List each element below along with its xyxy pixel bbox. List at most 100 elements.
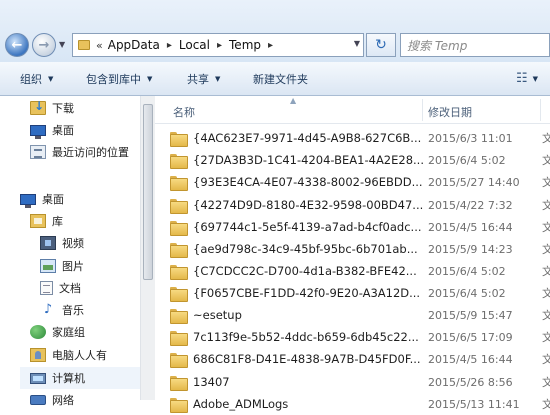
folder-icon xyxy=(170,175,188,191)
sidebar-item-homegroup[interactable]: 家庭组 xyxy=(30,321,85,343)
column-divider[interactable] xyxy=(422,99,423,121)
sidebar-item-label: 库 xyxy=(52,215,63,228)
sidebar-item-label: 下载 xyxy=(52,102,74,115)
navigation-pane: 下载 桌面 最近访问的位置 桌面 库 视频 图片 文档 ♪ 音乐 家庭组 电脑人人… xyxy=(0,96,155,407)
sidebar-item-label: 图片 xyxy=(62,260,84,273)
sidebar-item-network[interactable]: 网络 xyxy=(30,389,74,411)
music-icon: ♪ xyxy=(43,302,53,317)
crumb-overflow[interactable]: « xyxy=(96,39,103,52)
folder-icon xyxy=(170,220,188,236)
desktop-icon xyxy=(30,124,46,139)
column-header-date-modified[interactable]: 修改日期 xyxy=(428,104,472,120)
navigation-scrollbar[interactable] xyxy=(140,96,155,400)
picture-icon xyxy=(40,259,56,273)
file-name: {697744c1-5e5f-4139-a7ad-b4cf0adc... xyxy=(193,220,422,234)
file-row[interactable]: 686C81F8-D41E-4838-9A7B-D45FD0F... 2015/… xyxy=(170,348,550,370)
file-date: 2015/4/5 16:44 xyxy=(428,352,513,366)
file-date: 2015/5/13 11:41 xyxy=(428,397,520,411)
desktop-icon xyxy=(20,193,36,208)
file-row[interactable]: Adobe_ADMLogs 2015/5/13 11:41 文 xyxy=(170,393,550,415)
file-name: {F0657CBE-F1DD-42f0-9E20-A3A12D... xyxy=(193,286,421,300)
address-dropdown-icon[interactable]: ▼ xyxy=(354,39,360,48)
crumb-arrow-icon[interactable]: ▸ xyxy=(268,40,273,51)
file-row[interactable]: {4AC623E7-9971-4d45-A9B8-627C6B... 2015/… xyxy=(170,127,550,149)
file-date: 2015/5/27 14:40 xyxy=(428,175,520,189)
file-row[interactable]: {697744c1-5e5f-4139-a7ad-b4cf0adc... 201… xyxy=(170,216,550,238)
search-input[interactable]: 搜索 Temp xyxy=(400,33,550,57)
column-header-row: 名称 ▲ 修改日期 xyxy=(155,96,550,124)
folder-icon xyxy=(170,131,188,147)
crumb-appdata[interactable]: AppData xyxy=(108,38,160,52)
organize-button[interactable]: 组织 ▼ xyxy=(20,62,53,96)
address-bar[interactable]: « AppData ▸ Local ▸ Temp ▸ ▼ xyxy=(72,33,364,57)
file-type: 文 xyxy=(542,199,550,212)
file-type: 文 xyxy=(542,309,550,322)
file-name: 7c113f9e-5b52-4ddc-b659-6db45c22... xyxy=(193,330,419,344)
sidebar-item-label: 视频 xyxy=(62,237,84,250)
file-name: {93E3E4CA-4E07-4338-8002-96EBDD... xyxy=(193,175,423,189)
file-row[interactable]: 7c113f9e-5b52-4ddc-b659-6db45c22... 2015… xyxy=(170,326,550,348)
sidebar-item-downloads[interactable]: 下载 xyxy=(30,97,74,119)
crumb-local[interactable]: Local xyxy=(179,38,210,52)
folder-icon xyxy=(170,397,188,413)
column-header-name[interactable]: 名称 xyxy=(173,104,195,120)
sidebar-item-desktop[interactable]: 桌面 xyxy=(20,188,64,210)
file-name: {27DA3B3D-1C41-4204-BEA1-4A2E28... xyxy=(193,153,424,167)
share-button[interactable]: 共享 ▼ xyxy=(187,62,220,96)
include-in-library-button[interactable]: 包含到库中 ▼ xyxy=(86,62,152,96)
file-date: 2015/6/4 5:02 xyxy=(428,264,506,278)
forward-button[interactable]: → xyxy=(32,33,56,57)
folder-icon xyxy=(170,375,188,391)
file-type: 文 xyxy=(542,132,550,145)
sidebar-item-desktop-favorite[interactable]: 桌面 xyxy=(30,119,74,141)
file-row[interactable]: {27DA3B3D-1C41-4204-BEA1-4A2E28... 2015/… xyxy=(170,149,550,171)
include-in-library-label: 包含到库中 xyxy=(86,72,141,86)
file-type: 文 xyxy=(542,265,550,278)
file-row[interactable]: {93E3E4CA-4E07-4338-8002-96EBDD... 2015/… xyxy=(170,171,550,193)
back-button[interactable]: ← xyxy=(5,33,29,57)
file-row[interactable]: {C7CDCC2C-D700-4d1a-B382-BFE42... 2015/6… xyxy=(170,260,550,282)
file-row[interactable]: {F0657CBE-F1DD-42f0-9E20-A3A12D... 2015/… xyxy=(170,282,550,304)
file-date: 2015/5/26 8:56 xyxy=(428,375,513,389)
folder-icon xyxy=(170,264,188,280)
sort-ascending-icon: ▲ xyxy=(290,96,297,105)
file-name: {4AC623E7-9971-4d45-A9B8-627C6B... xyxy=(193,131,422,145)
computer-icon xyxy=(30,372,46,384)
crumb-arrow-icon[interactable]: ▸ xyxy=(167,40,172,51)
sidebar-item-pictures[interactable]: 图片 xyxy=(40,255,84,277)
refresh-button[interactable]: ↻ xyxy=(366,33,396,57)
view-details-icon: ☷ xyxy=(516,71,528,86)
file-row[interactable]: {42274D9D-8180-4E32-9598-00BD47... 2015/… xyxy=(170,194,550,216)
sidebar-item-music[interactable]: ♪ 音乐 xyxy=(40,299,84,321)
file-date: 2015/6/4 5:02 xyxy=(428,153,506,167)
file-type: 文 xyxy=(542,331,550,344)
change-view-button[interactable]: ☷ ▼ xyxy=(516,62,538,96)
crumb-temp[interactable]: Temp xyxy=(229,38,261,52)
folder-icon xyxy=(170,198,188,214)
recent-places-icon xyxy=(30,145,46,159)
download-folder-icon xyxy=(30,99,46,115)
crumb-arrow-icon[interactable]: ▸ xyxy=(217,40,222,51)
file-date: 2015/6/5 17:09 xyxy=(428,330,513,344)
file-row[interactable]: 13407 2015/5/26 8:56 文 xyxy=(170,371,550,393)
organize-label: 组织 xyxy=(20,72,42,86)
file-name: {42274D9D-8180-4E32-9598-00BD47... xyxy=(193,198,424,212)
sidebar-item-videos[interactable]: 视频 xyxy=(40,232,84,254)
new-folder-label: 新建文件夹 xyxy=(253,72,308,86)
sidebar-item-computer[interactable]: 计算机 xyxy=(20,367,140,389)
recent-pages-dropdown-icon[interactable]: ▼ xyxy=(59,40,65,49)
file-row[interactable]: {ae9d798c-34c9-45bf-95bc-6b701ab... 2015… xyxy=(170,238,550,260)
file-date: 2015/5/9 15:47 xyxy=(428,308,513,322)
new-folder-button[interactable]: 新建文件夹 xyxy=(253,62,308,96)
sidebar-item-user-folder[interactable]: 电脑人人有 xyxy=(30,344,107,366)
sidebar-item-documents[interactable]: 文档 xyxy=(40,277,81,299)
scrollbar-thumb[interactable] xyxy=(143,104,153,280)
sidebar-item-libraries[interactable]: 库 xyxy=(30,210,63,232)
sidebar-item-label: 家庭组 xyxy=(52,326,85,339)
chevron-down-icon: ▼ xyxy=(215,74,221,83)
column-divider[interactable] xyxy=(540,99,541,121)
file-row[interactable]: ~esetup 2015/5/9 15:47 文 xyxy=(170,304,550,326)
chevron-down-icon: ▼ xyxy=(48,74,54,83)
sidebar-item-recent-places[interactable]: 最近访问的位置 xyxy=(30,141,129,163)
sidebar-item-label: 桌面 xyxy=(42,193,64,206)
